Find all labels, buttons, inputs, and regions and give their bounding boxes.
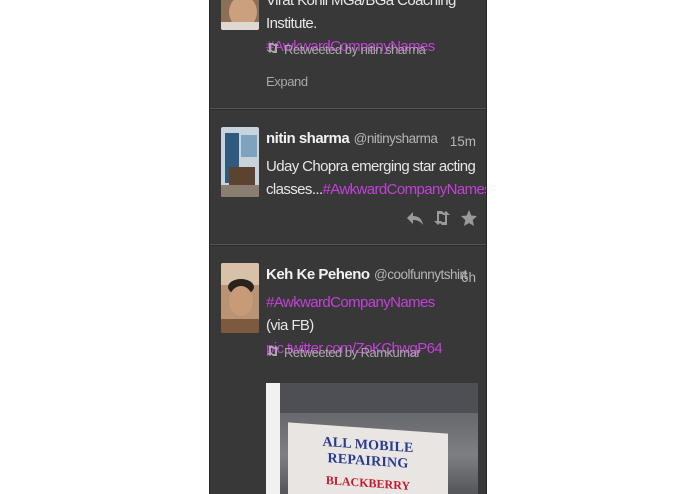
hashtag-link[interactable]: #AwkwardCompanyNames [323,181,486,198]
timestamp[interactable]: 6h [461,270,476,285]
retweeted-by-label[interactable]: Retweeted by nitin sharma [284,42,426,57]
timeline[interactable]: Virat Kohli MGa/BGa Coaching Institute. … [209,0,487,494]
hashtag-link[interactable]: #AwkwardCompanyNames [266,294,435,311]
tweet-text-partial: Virat Kohli MGa/BGa Coaching Institute. [266,0,456,32]
author-name[interactable]: Keh Ke Peheno [266,266,370,283]
tweet-photo[interactable]: ALL MOBILE REPAIRING BLACKBERRY [266,383,478,494]
retweet-icon[interactable] [433,209,451,227]
retweeted-by: Retweeted by Ramkumar [266,345,421,360]
avatar[interactable] [221,127,259,197]
star-icon[interactable] [460,209,478,227]
expand-link[interactable]: Expand [266,74,308,89]
tweet-text: Uday Chopra emerging star acting classes… [266,155,486,201]
author-handle[interactable]: @coolfunnytshirt [374,267,467,282]
tweet[interactable]: nitin sharma @nitinysharma 15m Uday Chop… [210,110,486,244]
timestamp[interactable]: 15m [450,134,476,149]
avatar[interactable] [221,0,259,30]
photo-wall [266,383,280,494]
tweet[interactable]: Virat Kohli MGa/BGa Coaching Institute. … [210,0,486,108]
photo-sign: ALL MOBILE REPAIRING BLACKBERRY [288,422,448,494]
retweet-icon [266,42,280,57]
author-name[interactable]: nitin sharma [266,130,350,147]
tweet-header: nitin sharma @nitinysharma [266,130,446,148]
retweeted-by-label[interactable]: Retweeted by Ramkumar [284,345,421,360]
reply-icon[interactable] [406,209,424,227]
retweet-icon [266,345,280,360]
tweet-text-body: (via FB) [266,317,314,334]
author-handle[interactable]: @nitinysharma [354,131,438,146]
photo-ceiling [266,383,478,413]
avatar[interactable] [221,263,259,333]
tweet-header: Keh Ke Peheno @coolfunnytshirt [266,266,467,284]
sign-text: ALL MOBILE REPAIRING [322,434,414,472]
retweeted-by: Retweeted by nitin sharma [266,42,426,57]
tweet-actions [406,209,478,227]
